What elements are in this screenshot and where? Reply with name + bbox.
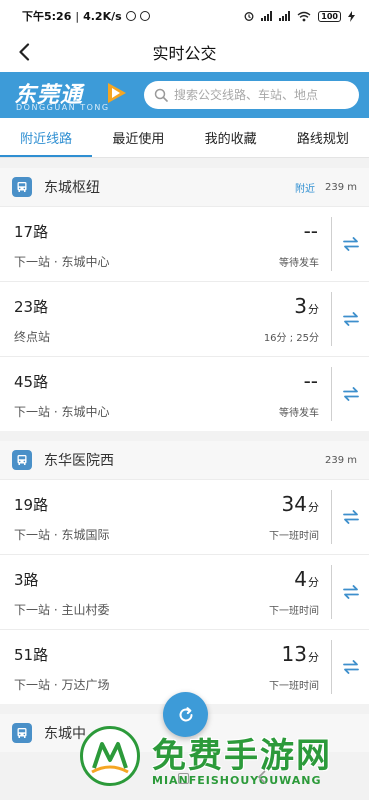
route-next-stop: 下一站 · 万达广场 (14, 678, 110, 692)
search-input[interactable] (174, 88, 349, 102)
route-arrival-time: 34分 (281, 492, 319, 516)
route-next-stop: 下一站 · 主山村委 (14, 603, 110, 617)
alarm-icon (244, 12, 254, 21)
watermark-logo-icon (80, 726, 140, 786)
route-status: 等待发车 (279, 258, 319, 269)
route-row[interactable]: 23路 终点站 3分 16分 ; 25分 (0, 281, 369, 356)
battery-icon: 100 (318, 10, 341, 22)
header: 实时公交 (0, 32, 369, 72)
back-button[interactable] (10, 38, 38, 66)
route-name: 51路 (14, 646, 49, 664)
route-arrival-time: 3分 (294, 294, 319, 318)
route-arrival-time: 4分 (294, 567, 319, 591)
route-name: 23路 (14, 298, 49, 316)
swap-arrows-icon (342, 510, 359, 524)
app-notification-icon (139, 11, 150, 21)
signal-icon (279, 11, 291, 21)
signal-icon (261, 11, 273, 21)
tab-route-planning[interactable]: 路线规划 (277, 118, 369, 157)
swap-direction-button[interactable] (332, 555, 369, 629)
swap-direction-button[interactable] (332, 480, 369, 554)
route-arrival-time: -- (303, 219, 318, 243)
route-arrival-time: 13分 (281, 642, 319, 666)
station-header[interactable]: 东城枢纽 附近 239 m (0, 168, 369, 206)
route-next-stop: 下一站 · 东城中心 (14, 255, 110, 269)
status-speed: 4.2K/s (83, 9, 122, 23)
app-notification-icon (125, 11, 136, 21)
status-time: 下午5:26 (22, 10, 72, 23)
brand-bar: 东莞通 DONGGUAN TONG (0, 72, 369, 118)
route-next-stop: 终点站 (14, 330, 51, 344)
route-row[interactable]: 19路 下一站 · 东城国际 34分 下一班时间 (0, 479, 369, 554)
search-icon (154, 88, 168, 102)
watermark: 免费手游网 MIANFEISHOUYOUWANG (80, 724, 369, 800)
station-distance: 239 m (324, 181, 357, 193)
station-distance: 239 m (324, 454, 357, 466)
search-box[interactable] (144, 81, 359, 109)
route-row[interactable]: 3路 下一站 · 主山村委 4分 下一班时间 (0, 554, 369, 629)
tab-favorites[interactable]: 我的收藏 (185, 118, 277, 157)
bus-icon (12, 450, 32, 470)
route-status: 等待发车 (279, 408, 319, 419)
logo-subtext: DONGGUAN TONG (16, 103, 110, 112)
route-status: 下一班时间 (269, 681, 319, 692)
route-next-stop: 下一站 · 东城国际 (14, 528, 110, 542)
tab-nearby-routes[interactable]: 附近线路 (0, 118, 93, 157)
bus-icon (12, 723, 32, 743)
system-home-button[interactable] (178, 773, 189, 784)
route-name: 17路 (14, 223, 49, 241)
wifi-icon (297, 11, 311, 21)
swap-arrows-icon (342, 237, 359, 251)
station-header[interactable]: 东华医院西 239 m (0, 441, 369, 479)
tab-recent[interactable]: 最近使用 (92, 118, 184, 157)
app-logo: 东莞通 DONGGUAN TONG (10, 75, 128, 115)
status-bar: 下午5:26 | 4.2K/s 100 (0, 0, 369, 32)
swap-arrows-icon (342, 387, 359, 401)
route-arrival-time: -- (303, 369, 318, 393)
nearby-tag: 附近 (294, 183, 315, 195)
charging-icon (348, 10, 355, 22)
station-card: 东城枢纽 附近 239 m 17路 下一站 · 东城中心 -- 等待发车 23路… (0, 168, 369, 431)
route-name: 3路 (14, 571, 39, 589)
route-row[interactable]: 45路 下一站 · 东城中心 -- 等待发车 (0, 356, 369, 431)
logo-play-icon (108, 83, 126, 103)
route-name: 45路 (14, 373, 49, 391)
bus-icon (12, 177, 32, 197)
page-title: 实时公交 (152, 44, 217, 63)
station-name: 东城枢纽 (44, 180, 100, 196)
swap-arrows-icon (342, 660, 359, 674)
route-name: 19路 (14, 496, 49, 514)
refresh-icon (179, 706, 192, 721)
swap-direction-button[interactable] (332, 282, 369, 356)
route-status: 下一班时间 (269, 531, 319, 542)
app-screen: 下午5:26 | 4.2K/s 100 实时公交 东莞通 DONGGUAN TO… (0, 0, 369, 800)
swap-arrows-icon (342, 585, 359, 599)
tab-bar: 附近线路 最近使用 我的收藏 路线规划 (0, 118, 369, 158)
route-status: 16分 ; 25分 (263, 333, 319, 344)
watermark-text: 免费手游网 (152, 736, 332, 776)
system-back-icon[interactable] (257, 770, 267, 784)
route-row[interactable]: 17路 下一站 · 东城中心 -- 等待发车 (0, 206, 369, 281)
swap-arrows-icon (342, 312, 359, 326)
route-next-stop: 下一站 · 东城中心 (14, 405, 110, 419)
swap-direction-button[interactable] (332, 630, 369, 704)
station-card: 东华医院西 239 m 19路 下一站 · 东城国际 34分 下一班时间 3路 … (0, 441, 369, 704)
station-name: 东华医院西 (44, 453, 114, 469)
swap-direction-button[interactable] (332, 207, 369, 281)
chevron-left-icon (19, 43, 30, 61)
route-status: 下一班时间 (269, 606, 319, 617)
swap-direction-button[interactable] (332, 357, 369, 431)
